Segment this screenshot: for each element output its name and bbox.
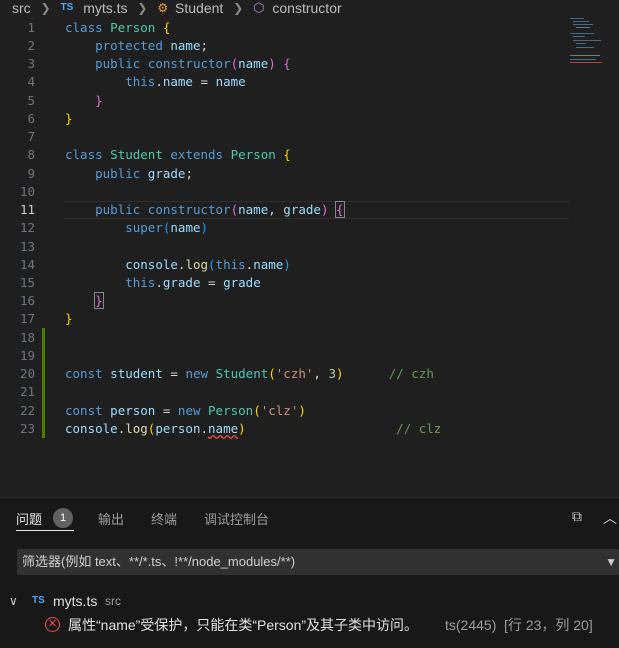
typescript-file-icon: TS bbox=[60, 2, 74, 13]
breadcrumb-method[interactable]: constructor bbox=[272, 0, 341, 16]
collapse-all-icon[interactable]: ⧉ bbox=[572, 508, 582, 525]
line-number: 12 bbox=[19, 220, 35, 235]
tab-debug-console[interactable]: 调试控制台 bbox=[204, 509, 269, 528]
line-number: 8 bbox=[27, 147, 35, 162]
code-line: console.log(this.name) bbox=[125, 257, 291, 272]
code-line: protected name; bbox=[95, 38, 209, 53]
line-number: 2 bbox=[27, 38, 35, 53]
line-number: 9 bbox=[27, 166, 35, 181]
line-number: 15 bbox=[19, 275, 35, 290]
problem-code: ts(2445) bbox=[445, 617, 497, 633]
code-line: public constructor(name) { bbox=[95, 56, 291, 71]
line-number: 4 bbox=[27, 74, 35, 89]
line-number: 19 bbox=[19, 348, 35, 363]
line-number: 21 bbox=[19, 384, 35, 399]
error-icon: ✕ bbox=[45, 617, 60, 632]
problems-file-folder: src bbox=[105, 594, 121, 608]
breadcrumb-class[interactable]: Student bbox=[175, 0, 223, 16]
breadcrumb: src ❯ TS myts.ts ❯ ⚙ Student ❯ ⬡ constru… bbox=[0, 0, 619, 16]
filter-placeholder: 筛选器(例如 text、**/*.ts、!**/node_modules/**) bbox=[22, 554, 296, 569]
line-number: 14 bbox=[19, 257, 35, 272]
method-cube-icon: ⬡ bbox=[253, 0, 265, 15]
problem-item[interactable]: ✕ 属性“name”受保护，只能在类“Person”及其子类中访问。 ts(24… bbox=[0, 615, 619, 635]
chevron-right-icon: ❯ bbox=[233, 1, 244, 15]
line-number: 6 bbox=[27, 111, 35, 126]
code-line: public grade; bbox=[95, 166, 193, 181]
tab-terminal[interactable]: 终端 bbox=[151, 509, 177, 528]
code-line: const student = new Student('czh', 3) //… bbox=[65, 366, 434, 381]
line-number: 22 bbox=[19, 403, 35, 418]
code-line: console.log(person.name) // clz bbox=[65, 421, 442, 436]
minimap[interactable] bbox=[570, 18, 608, 68]
problems-count-badge: 1 bbox=[53, 508, 73, 528]
problems-panel: 问题 1 输出 终端 调试控制台 ⧉ ︿ 筛选器(例如 text、**/*.ts… bbox=[0, 497, 619, 648]
active-tab-indicator bbox=[16, 530, 74, 531]
code-line: } bbox=[65, 111, 73, 126]
chevron-up-icon[interactable]: ︿ bbox=[603, 508, 617, 528]
line-number: 13 bbox=[19, 239, 35, 254]
line-number: 1 bbox=[27, 20, 35, 35]
chevron-right-icon: ❯ bbox=[137, 1, 148, 15]
chevron-right-icon: ❯ bbox=[40, 1, 51, 15]
code-line: this.name = name bbox=[125, 74, 246, 89]
line-number: 5 bbox=[27, 93, 35, 108]
breadcrumb-file[interactable]: myts.ts bbox=[83, 0, 127, 16]
code-line: } bbox=[94, 292, 104, 309]
line-number: 17 bbox=[19, 311, 35, 326]
typescript-file-icon: TS bbox=[32, 595, 45, 606]
line-number-active: 11 bbox=[19, 202, 35, 217]
line-number: 16 bbox=[19, 293, 35, 308]
problems-file-group[interactable]: ∨ TS myts.ts src bbox=[0, 591, 619, 611]
code-line: } bbox=[65, 311, 73, 326]
line-number: 23 bbox=[19, 421, 35, 436]
class-icon: ⚙ bbox=[157, 1, 169, 15]
line-number: 10 bbox=[19, 184, 35, 199]
code-line: } bbox=[95, 93, 103, 108]
code-line: const person = new Person('clz') bbox=[65, 403, 306, 418]
problems-file-name: myts.ts bbox=[53, 593, 98, 609]
line-number: 7 bbox=[27, 129, 35, 144]
code-line: super(name) bbox=[125, 220, 209, 235]
code-line: class Student extends Person { bbox=[65, 147, 291, 162]
code-line: class Person { bbox=[65, 20, 171, 35]
problems-filter-input[interactable]: 筛选器(例如 text、**/*.ts、!**/node_modules/**)… bbox=[17, 549, 619, 575]
code-editor[interactable]: 1 class Person { 2 protected name; 3 publ… bbox=[0, 18, 619, 448]
tab-output[interactable]: 输出 bbox=[98, 509, 124, 528]
code-line: this.grade = grade bbox=[125, 275, 261, 290]
chevron-down-icon[interactable]: ∨ bbox=[9, 591, 18, 611]
panel-tabs: 问题 1 输出 终端 调试控制台 ⧉ ︿ bbox=[0, 498, 619, 534]
problem-message: 属性“name”受保护，只能在类“Person”及其子类中访问。 bbox=[68, 617, 419, 633]
filter-icon[interactable]: ▼ bbox=[605, 549, 617, 575]
line-number: 3 bbox=[27, 56, 35, 71]
line-number: 20 bbox=[19, 366, 35, 381]
line-number: 18 bbox=[19, 330, 35, 345]
code-line: public constructor(name, grade) { bbox=[95, 201, 345, 218]
tab-problems[interactable]: 问题 bbox=[16, 509, 42, 528]
breadcrumb-folder[interactable]: src bbox=[0, 0, 31, 16]
problem-location: [行 23，列 20] bbox=[504, 617, 593, 633]
